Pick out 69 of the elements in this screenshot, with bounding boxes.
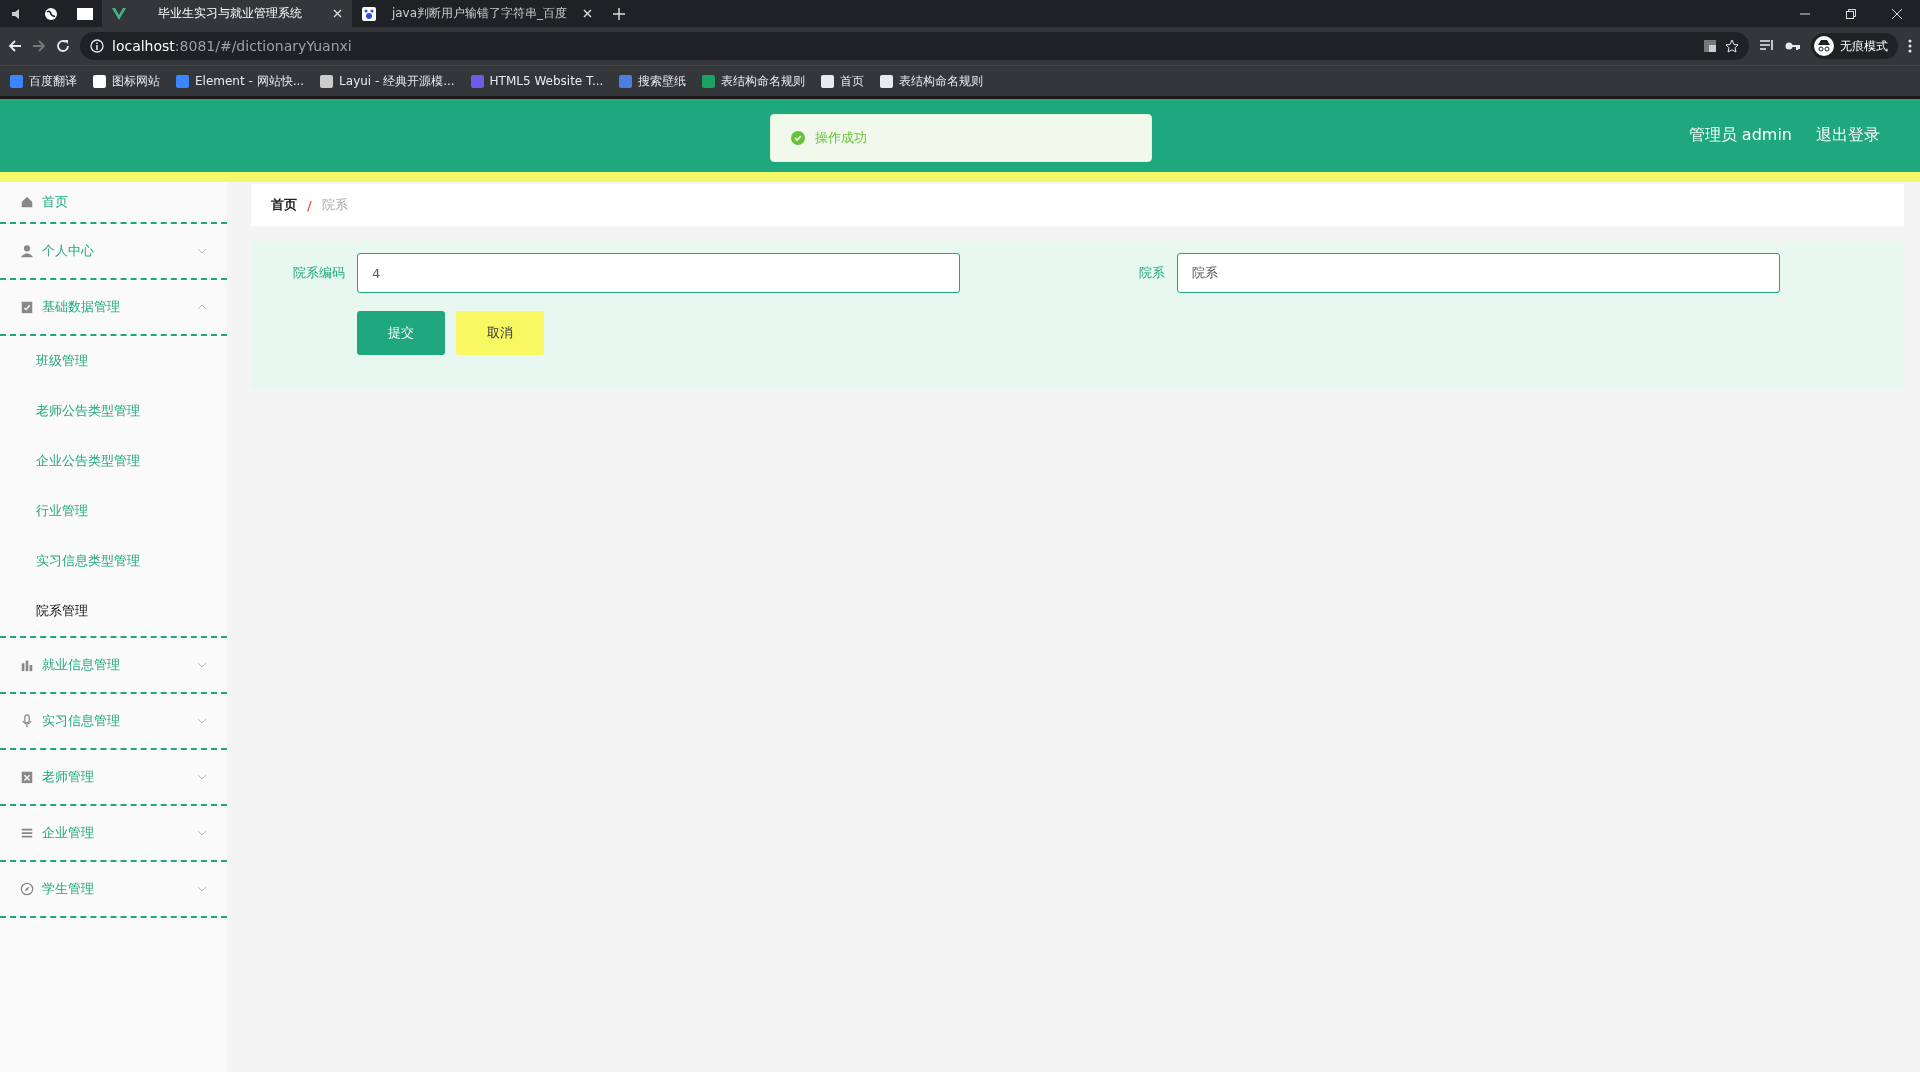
- incognito-icon: [1814, 36, 1834, 56]
- browser-tab[interactable]: 毕业生实习与就业管理系统: [102, 0, 352, 27]
- bookmark[interactable]: HTML5 Website T...: [470, 74, 604, 88]
- translate-icon[interactable]: [1703, 39, 1717, 53]
- user-icon: [20, 244, 34, 258]
- compass-icon: [20, 882, 34, 896]
- info-icon[interactable]: [90, 39, 104, 53]
- close-icon[interactable]: [1892, 8, 1902, 19]
- bookmark-icon: [320, 74, 334, 88]
- breadcrumb-separator: /: [307, 197, 312, 213]
- chevron-icon: [197, 248, 207, 254]
- address-bar[interactable]: localhost:8081/#/dictionaryYuanxi: [80, 32, 1749, 60]
- incognito-button[interactable]: 无痕模式: [1811, 33, 1898, 59]
- bookmark[interactable]: 首页: [821, 72, 865, 90]
- text-field[interactable]: 4: [357, 253, 960, 293]
- breadcrumb-item[interactable]: 首页: [271, 196, 297, 214]
- globe-icon[interactable]: [44, 6, 58, 21]
- close-icon[interactable]: [583, 9, 592, 18]
- plus-icon[interactable]: [613, 7, 625, 20]
- playlist-icon[interactable]: [1759, 39, 1775, 53]
- bookmark[interactable]: Element - 网站快...: [176, 72, 305, 90]
- star-icon[interactable]: [1725, 39, 1739, 53]
- chevron-icon: [197, 886, 207, 892]
- bookmark-icon: [10, 74, 23, 88]
- text-field[interactable]: 院系: [1177, 253, 1780, 293]
- breadcrumb-item: 院系: [321, 196, 348, 214]
- chevron-icon: [197, 718, 207, 724]
- bookmark-icon: [619, 74, 633, 88]
- user-label: 管理员 admin: [1688, 125, 1792, 146]
- chevron-icon: [197, 304, 207, 310]
- bookmark[interactable]: 表结构命名规则: [702, 72, 806, 90]
- bookmark[interactable]: 图标网站: [93, 72, 160, 90]
- minimize-icon[interactable]: [1800, 12, 1810, 15]
- back-icon[interactable]: [8, 39, 22, 53]
- chevron-icon: [197, 662, 207, 668]
- chevron-icon: [197, 830, 207, 836]
- bookmark[interactable]: 表结构命名规则: [880, 72, 984, 90]
- field-label: 院系: [1138, 264, 1166, 282]
- list-icon: [20, 826, 34, 840]
- paw-icon: [362, 6, 376, 21]
- bar-chart-icon: [20, 658, 34, 672]
- check-circle-icon: [791, 131, 805, 145]
- bookmark[interactable]: Layui - 经典开源模...: [320, 72, 455, 90]
- bookmark[interactable]: 搜索壁纸: [619, 72, 687, 90]
- home-icon: [20, 195, 34, 209]
- v-logo-icon: [112, 7, 126, 20]
- browser-tab[interactable]: java判断用户输错了字符串_百度: [352, 0, 602, 27]
- microphone-icon: [20, 714, 34, 728]
- restore-icon[interactable]: [1846, 8, 1856, 19]
- bookmark-icon: [821, 74, 835, 88]
- chevron-icon: [197, 774, 207, 780]
- clipboard-check-icon: [20, 300, 34, 314]
- window-icon[interactable]: [77, 7, 93, 20]
- forward-icon[interactable]: [32, 39, 46, 53]
- more-icon[interactable]: [1908, 39, 1912, 53]
- field-label: 院系编码: [292, 264, 346, 282]
- close-icon[interactable]: [333, 9, 342, 18]
- bookmark-icon: [176, 74, 189, 88]
- toast-message: 操作成功: [815, 129, 867, 147]
- cancel-button[interactable]: 取消: [456, 311, 544, 355]
- bookmark-icon: [702, 74, 716, 88]
- reload-icon[interactable]: [56, 39, 70, 53]
- clipboard-x-icon: [20, 770, 34, 784]
- bookmark-icon: [880, 74, 894, 88]
- submenu-item[interactable]: 院系管理: [0, 586, 227, 636]
- bookmark[interactable]: 百度翻译: [10, 72, 77, 90]
- bookmark-icon: [470, 74, 484, 88]
- key-icon[interactable]: [1785, 41, 1801, 51]
- bookmark-icon: [93, 74, 106, 88]
